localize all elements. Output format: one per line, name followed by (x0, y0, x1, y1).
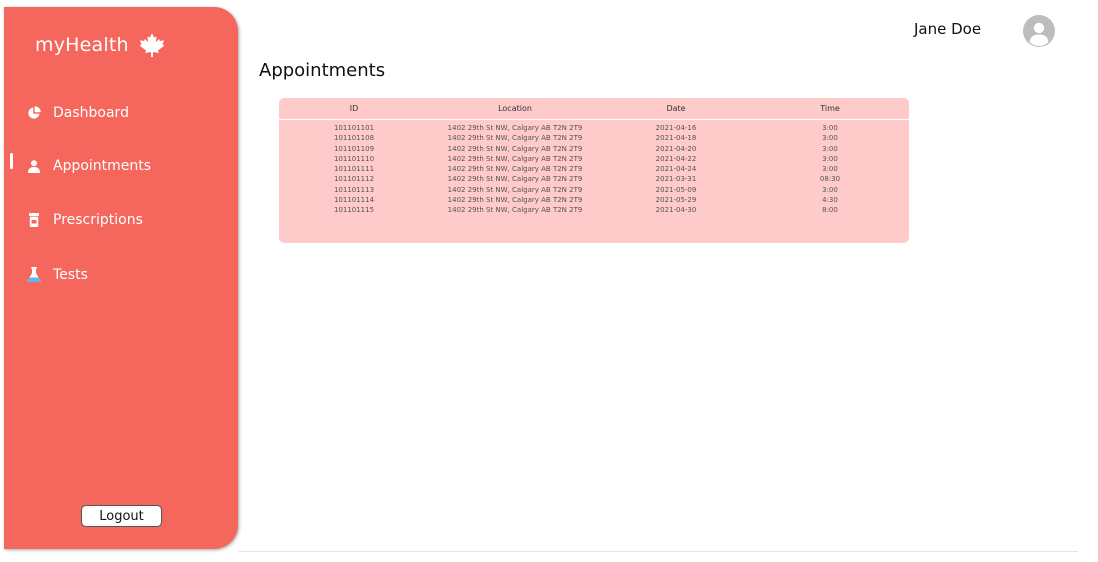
sidebar-item-label: Prescriptions (53, 212, 143, 228)
cell-time: 3:00 (822, 144, 838, 153)
table-row[interactable]: 101101101 1402 29th St NW, Calgary AB T2… (279, 120, 909, 134)
table-header-row: ID Location Date Time (279, 98, 909, 120)
cell-location: 1402 29th St NW, Calgary AB T2N 2T9 (447, 196, 583, 205)
cell-id: 101101110 (333, 154, 375, 163)
page-title: Appointments (259, 60, 386, 81)
sidebar-item-dashboard[interactable]: Dashboard (4, 100, 260, 126)
cell-time: 3:00 (822, 134, 838, 143)
pie-chart-icon (26, 105, 42, 121)
sidebar-item-label: Dashboard (53, 105, 129, 121)
column-header-id[interactable]: ID (279, 98, 429, 120)
pill-bottle-icon (26, 212, 42, 228)
sidebar: myHealth Dashboard Appointments Prescrip… (4, 7, 238, 549)
cell-date: 2021-05-09 (655, 185, 697, 194)
cell-id: 101101114 (333, 196, 375, 205)
table-row[interactable]: 101101112 1402 29th St NW, Calgary AB T2… (279, 174, 909, 184)
sidebar-item-prescriptions[interactable]: Prescriptions (4, 207, 260, 233)
cell-id: 101101115 (333, 206, 375, 215)
cell-id: 101101111 (333, 165, 375, 174)
cell-date: 2021-05-29 (655, 196, 697, 205)
cell-location: 1402 29th St NW, Calgary AB T2N 2T9 (447, 185, 583, 194)
column-header-date[interactable]: Date (601, 98, 751, 120)
cell-id: 101101112 (333, 175, 375, 184)
cell-location: 1402 29th St NW, Calgary AB T2N 2T9 (447, 206, 583, 215)
cell-location: 1402 29th St NW, Calgary AB T2N 2T9 (447, 124, 583, 132)
table-row[interactable]: 101101113 1402 29th St NW, Calgary AB T2… (279, 185, 909, 195)
avatar[interactable] (1023, 15, 1055, 47)
table-row[interactable]: 101101110 1402 29th St NW, Calgary AB T2… (279, 154, 909, 164)
cell-id: 101101108 (333, 134, 375, 143)
cell-date: 2021-04-20 (655, 144, 697, 153)
cell-location: 1402 29th St NW, Calgary AB T2N 2T9 (447, 154, 583, 163)
maple-leaf-icon (139, 33, 165, 57)
footer-divider (238, 551, 1078, 552)
cell-time: 4:30 (822, 196, 838, 205)
brand[interactable]: myHealth (35, 33, 165, 57)
table-row[interactable]: 101101108 1402 29th St NW, Calgary AB T2… (279, 133, 909, 143)
table-row[interactable]: 101101115 1402 29th St NW, Calgary AB T2… (279, 205, 909, 215)
cell-date: 2021-04-22 (655, 154, 697, 163)
cell-time: 8:00 (822, 206, 838, 215)
flask-icon (26, 267, 42, 283)
cell-time: 3:00 (822, 165, 838, 174)
sidebar-item-label: Appointments (53, 158, 152, 174)
cell-date: 2021-04-30 (655, 206, 697, 215)
cell-date: 2021-04-18 (655, 134, 697, 143)
cell-time: 3:00 (822, 154, 838, 163)
cell-id: 101101101 (333, 124, 375, 132)
cell-time: 3:00 (822, 185, 838, 194)
user-name[interactable]: Jane Doe (914, 20, 981, 38)
user-avatar-icon (1029, 22, 1049, 46)
column-header-time[interactable]: Time (751, 98, 909, 120)
table-row[interactable]: 101101109 1402 29th St NW, Calgary AB T2… (279, 144, 909, 154)
cell-time: 08:30 (819, 175, 841, 184)
cell-location: 1402 29th St NW, Calgary AB T2N 2T9 (447, 175, 583, 184)
cell-date: 2021-04-16 (655, 124, 697, 132)
app-name: myHealth (35, 34, 129, 56)
appointments-table: ID Location Date Time 101101101 1402 29t… (279, 98, 909, 243)
user-icon (26, 158, 42, 174)
cell-date: 2021-04-24 (655, 165, 697, 174)
table-row[interactable]: 101101114 1402 29th St NW, Calgary AB T2… (279, 195, 909, 205)
cell-location: 1402 29th St NW, Calgary AB T2N 2T9 (447, 134, 583, 143)
cell-date: 2021-03-31 (655, 175, 697, 184)
cell-id: 101101113 (333, 185, 375, 194)
cell-location: 1402 29th St NW, Calgary AB T2N 2T9 (447, 165, 583, 174)
cell-location: 1402 29th St NW, Calgary AB T2N 2T9 (447, 144, 583, 153)
column-header-location[interactable]: Location (429, 98, 601, 120)
sidebar-item-label: Tests (53, 267, 88, 283)
table-row[interactable]: 101101111 1402 29th St NW, Calgary AB T2… (279, 164, 909, 174)
sidebar-item-appointments[interactable]: Appointments (4, 153, 260, 179)
sidebar-item-tests[interactable]: Tests (4, 262, 260, 288)
cell-id: 101101109 (333, 144, 375, 153)
logout-button[interactable]: Logout (81, 505, 162, 527)
cell-time: 3:00 (822, 124, 838, 132)
